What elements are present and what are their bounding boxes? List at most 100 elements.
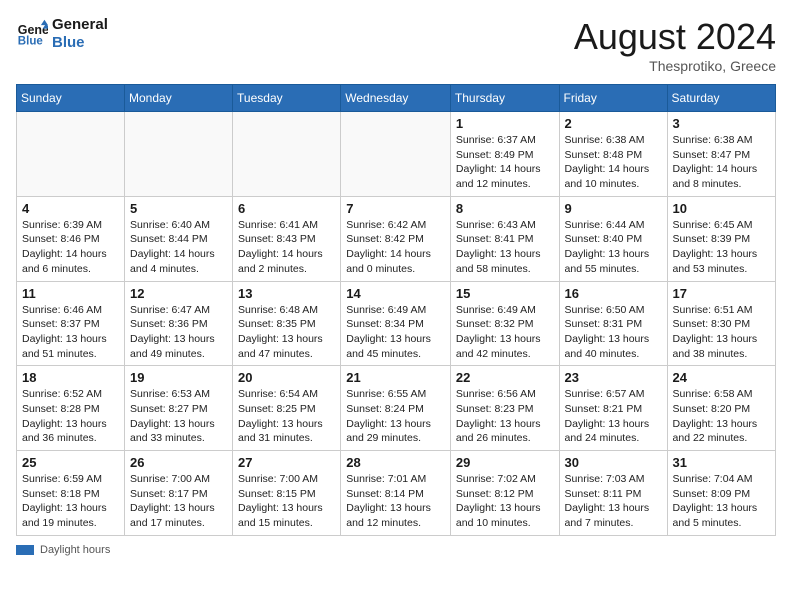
- page-header: General Blue General Blue August 2024 Th…: [16, 16, 776, 74]
- calendar-day-header: Monday: [125, 85, 233, 112]
- day-number: 17: [673, 286, 770, 301]
- svg-text:Blue: Blue: [18, 36, 44, 48]
- day-info: Sunrise: 6:53 AM Sunset: 8:27 PM Dayligh…: [130, 387, 227, 446]
- calendar-day-cell: 2 Sunrise: 6:38 AM Sunset: 8:48 PM Daylig…: [559, 112, 667, 197]
- calendar-day-cell: 25Sunrise: 6:59 AM Sunset: 8:18 PM Dayli…: [17, 451, 125, 536]
- day-number: 29: [456, 455, 554, 470]
- calendar-day-cell: 19 Sunrise: 6:53 AM Sunset: 8:27 PM Dayli…: [125, 366, 233, 451]
- day-number: 1: [456, 116, 554, 131]
- calendar-day-cell: 23 Sunrise: 6:57 AM Sunset: 8:21 PM Dayli…: [559, 366, 667, 451]
- calendar-day-cell: 11Sunrise: 6:46 AM Sunset: 8:37 PM Dayli…: [17, 281, 125, 366]
- day-info: Sunrise: 6:55 AM Sunset: 8:24 PM Dayligh…: [346, 387, 445, 446]
- calendar-day-cell: 22 Sunrise: 6:56 AM Sunset: 8:23 PM Dayli…: [450, 366, 559, 451]
- day-info: Sunrise: 7:03 AM Sunset: 8:11 PM Dayligh…: [565, 472, 662, 531]
- calendar-day-cell: 29 Sunrise: 7:02 AM Sunset: 8:12 PM Dayli…: [450, 451, 559, 536]
- day-number: 7: [346, 201, 445, 216]
- calendar-day-cell: 24 Sunrise: 6:58 AM Sunset: 8:20 PM Dayli…: [667, 366, 775, 451]
- calendar-day-cell: 18 Sunrise: 6:52 AM Sunset: 8:28 PM Dayli…: [17, 366, 125, 451]
- calendar-day-cell: 10 Sunrise: 6:45 AM Sunset: 8:39 PM Dayli…: [667, 196, 775, 281]
- calendar-day-cell: 4Sunrise: 6:39 AM Sunset: 8:46 PM Daylig…: [17, 196, 125, 281]
- calendar-day-cell: 9 Sunrise: 6:44 AM Sunset: 8:40 PM Daylig…: [559, 196, 667, 281]
- location: Thesprotiko, Greece: [574, 58, 776, 74]
- logo-line2: Blue: [52, 34, 108, 52]
- day-info: Sunrise: 7:00 AM Sunset: 8:15 PM Dayligh…: [238, 472, 335, 531]
- day-info: Sunrise: 6:49 AM Sunset: 8:32 PM Dayligh…: [456, 303, 554, 362]
- calendar-week-row: 25Sunrise: 6:59 AM Sunset: 8:18 PM Dayli…: [17, 451, 776, 536]
- day-number: 15: [456, 286, 554, 301]
- calendar-week-row: 4Sunrise: 6:39 AM Sunset: 8:46 PM Daylig…: [17, 196, 776, 281]
- day-info: Sunrise: 6:37 AM Sunset: 8:49 PM Dayligh…: [456, 133, 554, 192]
- day-number: 21: [346, 370, 445, 385]
- day-number: 5: [130, 201, 227, 216]
- day-number: 3: [673, 116, 770, 131]
- day-info: Sunrise: 6:40 AM Sunset: 8:44 PM Dayligh…: [130, 218, 227, 277]
- day-info: Sunrise: 6:56 AM Sunset: 8:23 PM Dayligh…: [456, 387, 554, 446]
- day-number: 19: [130, 370, 227, 385]
- day-info: Sunrise: 6:44 AM Sunset: 8:40 PM Dayligh…: [565, 218, 662, 277]
- day-info: Sunrise: 6:43 AM Sunset: 8:41 PM Dayligh…: [456, 218, 554, 277]
- day-number: 2: [565, 116, 662, 131]
- calendar-day-cell: 20 Sunrise: 6:54 AM Sunset: 8:25 PM Dayli…: [233, 366, 341, 451]
- day-number: 13: [238, 286, 335, 301]
- day-info: Sunrise: 6:39 AM Sunset: 8:46 PM Dayligh…: [22, 218, 119, 277]
- day-number: 20: [238, 370, 335, 385]
- logo-line1: General: [52, 16, 108, 34]
- day-info: Sunrise: 6:38 AM Sunset: 8:48 PM Dayligh…: [565, 133, 662, 192]
- day-info: Sunrise: 6:58 AM Sunset: 8:20 PM Dayligh…: [673, 387, 770, 446]
- day-number: 24: [673, 370, 770, 385]
- day-number: 23: [565, 370, 662, 385]
- day-info: Sunrise: 6:42 AM Sunset: 8:42 PM Dayligh…: [346, 218, 445, 277]
- calendar-day-cell: [233, 112, 341, 197]
- day-info: Sunrise: 6:50 AM Sunset: 8:31 PM Dayligh…: [565, 303, 662, 362]
- calendar-day-cell: 8Sunrise: 6:43 AM Sunset: 8:41 PM Daylig…: [450, 196, 559, 281]
- calendar-header-row: SundayMondayTuesdayWednesdayThursdayFrid…: [17, 85, 776, 112]
- day-info: Sunrise: 7:00 AM Sunset: 8:17 PM Dayligh…: [130, 472, 227, 531]
- calendar-day-cell: 1 Sunrise: 6:37 AM Sunset: 8:49 PM Daylig…: [450, 112, 559, 197]
- day-info: Sunrise: 6:59 AM Sunset: 8:18 PM Dayligh…: [22, 472, 119, 531]
- calendar-day-header: Tuesday: [233, 85, 341, 112]
- calendar-day-cell: 12 Sunrise: 6:47 AM Sunset: 8:36 PM Dayli…: [125, 281, 233, 366]
- calendar-day-cell: 28Sunrise: 7:01 AM Sunset: 8:14 PM Dayli…: [341, 451, 451, 536]
- day-number: 14: [346, 286, 445, 301]
- day-info: Sunrise: 6:38 AM Sunset: 8:47 PM Dayligh…: [673, 133, 770, 192]
- calendar-week-row: 1 Sunrise: 6:37 AM Sunset: 8:49 PM Daylig…: [17, 112, 776, 197]
- day-info: Sunrise: 6:46 AM Sunset: 8:37 PM Dayligh…: [22, 303, 119, 362]
- day-info: Sunrise: 7:02 AM Sunset: 8:12 PM Dayligh…: [456, 472, 554, 531]
- daylight-label: Daylight hours: [40, 544, 110, 556]
- day-info: Sunrise: 6:49 AM Sunset: 8:34 PM Dayligh…: [346, 303, 445, 362]
- day-info: Sunrise: 6:45 AM Sunset: 8:39 PM Dayligh…: [673, 218, 770, 277]
- day-info: Sunrise: 6:54 AM Sunset: 8:25 PM Dayligh…: [238, 387, 335, 446]
- calendar-day-cell: 30Sunrise: 7:03 AM Sunset: 8:11 PM Dayli…: [559, 451, 667, 536]
- day-number: 12: [130, 286, 227, 301]
- day-info: Sunrise: 6:57 AM Sunset: 8:21 PM Dayligh…: [565, 387, 662, 446]
- calendar-day-cell: 17Sunrise: 6:51 AM Sunset: 8:30 PM Dayli…: [667, 281, 775, 366]
- calendar-week-row: 18 Sunrise: 6:52 AM Sunset: 8:28 PM Dayli…: [17, 366, 776, 451]
- day-number: 22: [456, 370, 554, 385]
- calendar-day-cell: 7 Sunrise: 6:42 AM Sunset: 8:42 PM Daylig…: [341, 196, 451, 281]
- calendar-week-row: 11Sunrise: 6:46 AM Sunset: 8:37 PM Dayli…: [17, 281, 776, 366]
- day-info: Sunrise: 6:47 AM Sunset: 8:36 PM Dayligh…: [130, 303, 227, 362]
- day-number: 31: [673, 455, 770, 470]
- title-block: August 2024 Thesprotiko, Greece: [574, 16, 776, 74]
- calendar-day-cell: 26Sunrise: 7:00 AM Sunset: 8:17 PM Dayli…: [125, 451, 233, 536]
- day-number: 6: [238, 201, 335, 216]
- logo-icon: General Blue: [16, 18, 48, 50]
- day-number: 28: [346, 455, 445, 470]
- calendar-day-cell: [17, 112, 125, 197]
- day-number: 18: [22, 370, 119, 385]
- calendar-day-header: Friday: [559, 85, 667, 112]
- day-info: Sunrise: 6:48 AM Sunset: 8:35 PM Dayligh…: [238, 303, 335, 362]
- calendar-day-header: Thursday: [450, 85, 559, 112]
- calendar-day-cell: 5 Sunrise: 6:40 AM Sunset: 8:44 PM Daylig…: [125, 196, 233, 281]
- calendar-day-cell: 27 Sunrise: 7:00 AM Sunset: 8:15 PM Dayli…: [233, 451, 341, 536]
- day-info: Sunrise: 6:52 AM Sunset: 8:28 PM Dayligh…: [22, 387, 119, 446]
- calendar-day-cell: 15 Sunrise: 6:49 AM Sunset: 8:32 PM Dayli…: [450, 281, 559, 366]
- day-number: 27: [238, 455, 335, 470]
- calendar-day-cell: [341, 112, 451, 197]
- day-number: 10: [673, 201, 770, 216]
- calendar-day-cell: 13 Sunrise: 6:48 AM Sunset: 8:35 PM Dayli…: [233, 281, 341, 366]
- calendar-day-header: Wednesday: [341, 85, 451, 112]
- day-number: 9: [565, 201, 662, 216]
- calendar-day-cell: [125, 112, 233, 197]
- footer: Daylight hours: [16, 544, 776, 556]
